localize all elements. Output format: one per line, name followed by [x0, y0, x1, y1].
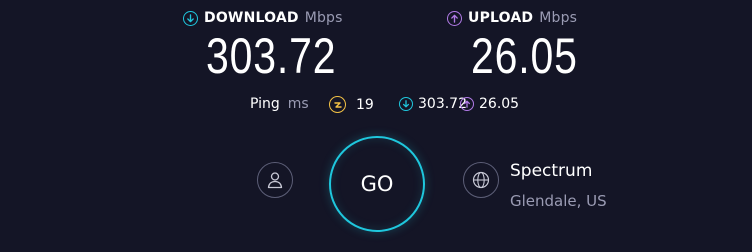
isp-location: Glendale, US — [510, 192, 607, 210]
go-label: GO — [360, 172, 394, 196]
ping-idle-value: 19 — [356, 96, 374, 113]
upload-label: UPLOAD — [468, 10, 534, 26]
download-label: DOWNLOAD — [204, 10, 299, 26]
download-header: DOWNLOAD Mbps — [183, 10, 343, 26]
ping-label: Ping — [250, 96, 280, 112]
ping-idle-icon — [329, 96, 346, 113]
globe-icon — [472, 171, 490, 189]
change-server-button[interactable] — [463, 162, 499, 198]
ping-upload-value: 26.05 — [479, 96, 520, 112]
upload-value: 26.05 — [471, 28, 578, 84]
ping-unit: ms — [287, 96, 309, 112]
isp-name: Spectrum — [510, 161, 593, 181]
ping-idle: 19 — [329, 96, 374, 113]
download-unit: Mbps — [304, 10, 343, 26]
arrow-up-circle-icon — [460, 97, 474, 111]
arrow-down-circle-icon — [399, 97, 413, 111]
go-button[interactable]: GO — [329, 136, 425, 232]
user-icon — [267, 172, 283, 189]
upload-unit: Mbps — [539, 10, 578, 26]
download-value: 303.72 — [206, 28, 337, 84]
ping-upload: 26.05 — [460, 96, 519, 112]
arrow-up-circle-icon — [447, 10, 462, 26]
upload-header: UPLOAD Mbps — [447, 10, 577, 26]
arrow-down-circle-icon — [183, 10, 198, 26]
ping-label-group: Ping ms — [250, 96, 309, 112]
account-button[interactable] — [257, 162, 293, 198]
ping-download: 303.72 — [399, 96, 467, 112]
